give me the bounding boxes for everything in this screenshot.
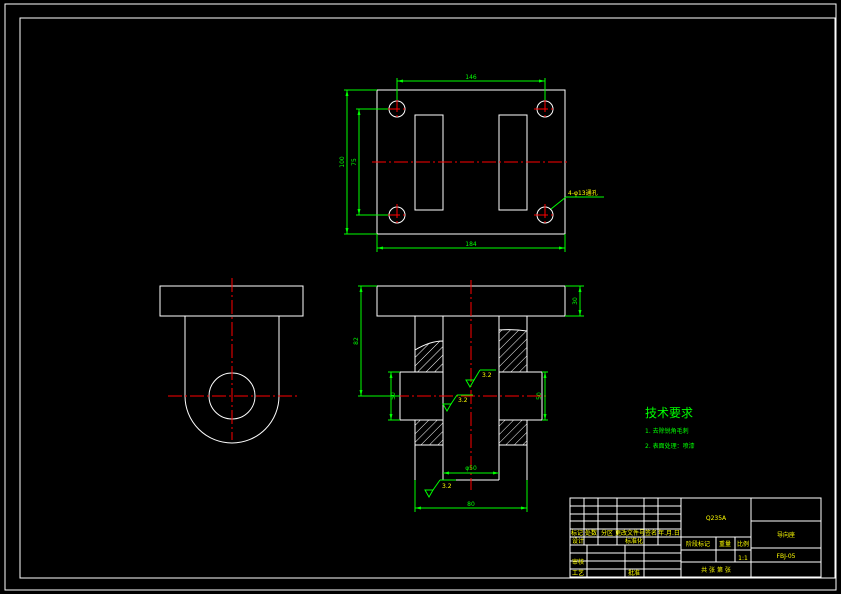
header-zone: 分区 (601, 529, 613, 537)
dim-bore-diameter-label: φ50 (465, 465, 477, 472)
surface-finish-1-label: 3.2 (482, 372, 492, 379)
row-review: 审核 (572, 558, 584, 566)
dim-overall-height: 100 (339, 89, 377, 235)
header-change-doc: 更改文件号 (615, 529, 645, 537)
dim-hole-spacing-x: 146 (396, 74, 546, 100)
row-stage-mark: 阶段标记 (686, 540, 710, 548)
header-date: 年.月.日 (658, 529, 680, 537)
hatch-left-upper (414, 340, 444, 373)
dim-bottom-width-label: 80 (467, 501, 475, 508)
top-view: 146 100 75 184 4-φ13通孔 (339, 74, 604, 252)
dim-hole-spacing-x-label: 146 (465, 74, 477, 81)
dim-hole-spacing-y-label: 75 (351, 158, 358, 166)
part-name-label: 导向座 (777, 531, 795, 539)
row-standardize: 标准化 (625, 537, 643, 545)
top-view-centerlines (372, 98, 570, 226)
row-process: 工艺 (572, 569, 584, 577)
sheet-outer-border (4, 3, 837, 591)
dim-overall-height-label: 100 (339, 156, 346, 168)
hatch-right-lower (498, 419, 528, 446)
hole-callout-label: 4-φ13通孔 (568, 189, 598, 197)
material-label: Q235A (706, 515, 727, 522)
side-view (159, 278, 304, 444)
header-count: 处数 (585, 529, 597, 537)
row-weight: 重量 (719, 540, 731, 548)
dim-bore-diameter: φ50 (443, 465, 499, 475)
dim-bore-right-label: 50 (536, 392, 543, 400)
notes-item-1: 1. 去除锐角毛刺 (645, 427, 689, 435)
hatch-right-upper (498, 329, 528, 373)
header-signature: 签名 (645, 529, 657, 537)
drawing-number-label: FBJ-05 (777, 553, 796, 560)
dim-overall-width: 184 (376, 234, 566, 252)
row-scale: 比例 (737, 540, 749, 548)
cad-drawing-canvas: 146 100 75 184 4-φ13通孔 30 82 50 50 3.2 3… (4, 3, 837, 591)
front-view: 30 82 50 50 3.2 3.2 3.2 φ50 80 (353, 280, 584, 512)
row-sheets: 共 张 第 张 (701, 566, 731, 574)
header-mark: 标记 (571, 529, 583, 537)
row-design: 设计 (572, 537, 584, 545)
surface-finish-2-label: 3.2 (458, 397, 468, 404)
dim-flange-thickness-label: 30 (572, 297, 579, 305)
hole-callout: 4-φ13通孔 (550, 189, 604, 210)
notes-title: 技术要求 (645, 406, 693, 420)
title-block: Q235A 导向座 FBJ-05 1:1 标记 处数 分区 更改文件号 签名 年… (569, 497, 822, 578)
surface-finish-3-label: 3.2 (442, 483, 452, 490)
dim-total-height-label: 82 (353, 337, 360, 345)
hatch-left-lower (414, 419, 444, 446)
row-approve: 批准 (628, 569, 640, 577)
surface-finish-3: 3.2 (424, 479, 456, 499)
surface-finish-2: 3.2 (442, 394, 473, 413)
dim-flange-thickness: 30 (565, 285, 584, 317)
scale-value: 1:1 (738, 555, 748, 562)
dim-overall-width-label: 184 (465, 241, 477, 248)
technical-notes: 技术要求 1. 去除锐角毛刺 2. 表面处理：喷漆 (645, 406, 695, 450)
notes-item-2: 2. 表面处理：喷漆 (645, 442, 695, 450)
dim-bore-left-label: 50 (390, 392, 397, 400)
